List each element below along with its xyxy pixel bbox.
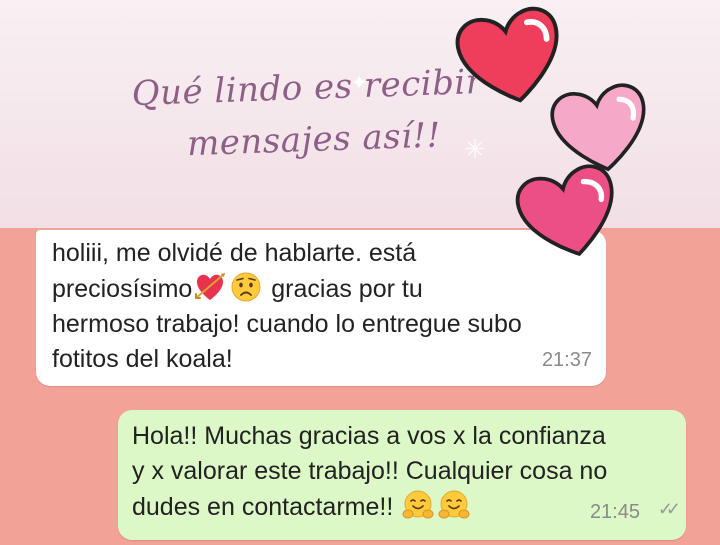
message-timestamp: 21:45	[589, 501, 640, 523]
message-fragment: preciosísimo	[52, 275, 193, 303]
message-line: hermoso trabajo! cuando lo entregue subo	[52, 310, 522, 338]
message-line: Hola!! Muchas gracias a vos x la confian…	[132, 422, 606, 450]
banner-title-line1: Qué lindo es recibir	[131, 61, 484, 115]
hugging-face-icon	[438, 490, 470, 519]
banner-title-line2: mensajes así!!	[186, 115, 442, 165]
hugging-face-icon	[402, 490, 434, 519]
heart-with-arrow-icon	[195, 273, 226, 300]
worried-face-icon	[231, 272, 261, 302]
message-fragment: dudes en contactarme!!	[132, 493, 394, 521]
light-pink-heart-icon	[550, 83, 646, 172]
message-fragment: gracias por tu	[264, 275, 423, 303]
read-double-check-icon: ✓✓	[657, 499, 681, 519]
message-line: fotitos del koala!	[52, 345, 233, 373]
pink-heart-icon	[515, 164, 614, 256]
message-line: holiii, me olvidé de hablarte. está	[52, 239, 417, 267]
message-timestamp: 21:37	[541, 349, 592, 371]
incoming-message-text: holiii, me olvidé de hablarte. está prec…	[52, 236, 592, 377]
outgoing-message-bubble[interactable]: Hola!! Muchas gracias a vos x la confian…	[118, 410, 686, 540]
message-line: y x valorar este trabajo!! Cualquier cos…	[132, 457, 608, 485]
message-line: preciosísimo gracias por tu	[52, 271, 592, 307]
banner-title: Qué lindo es recibir mensajes así!!	[126, 56, 489, 173]
